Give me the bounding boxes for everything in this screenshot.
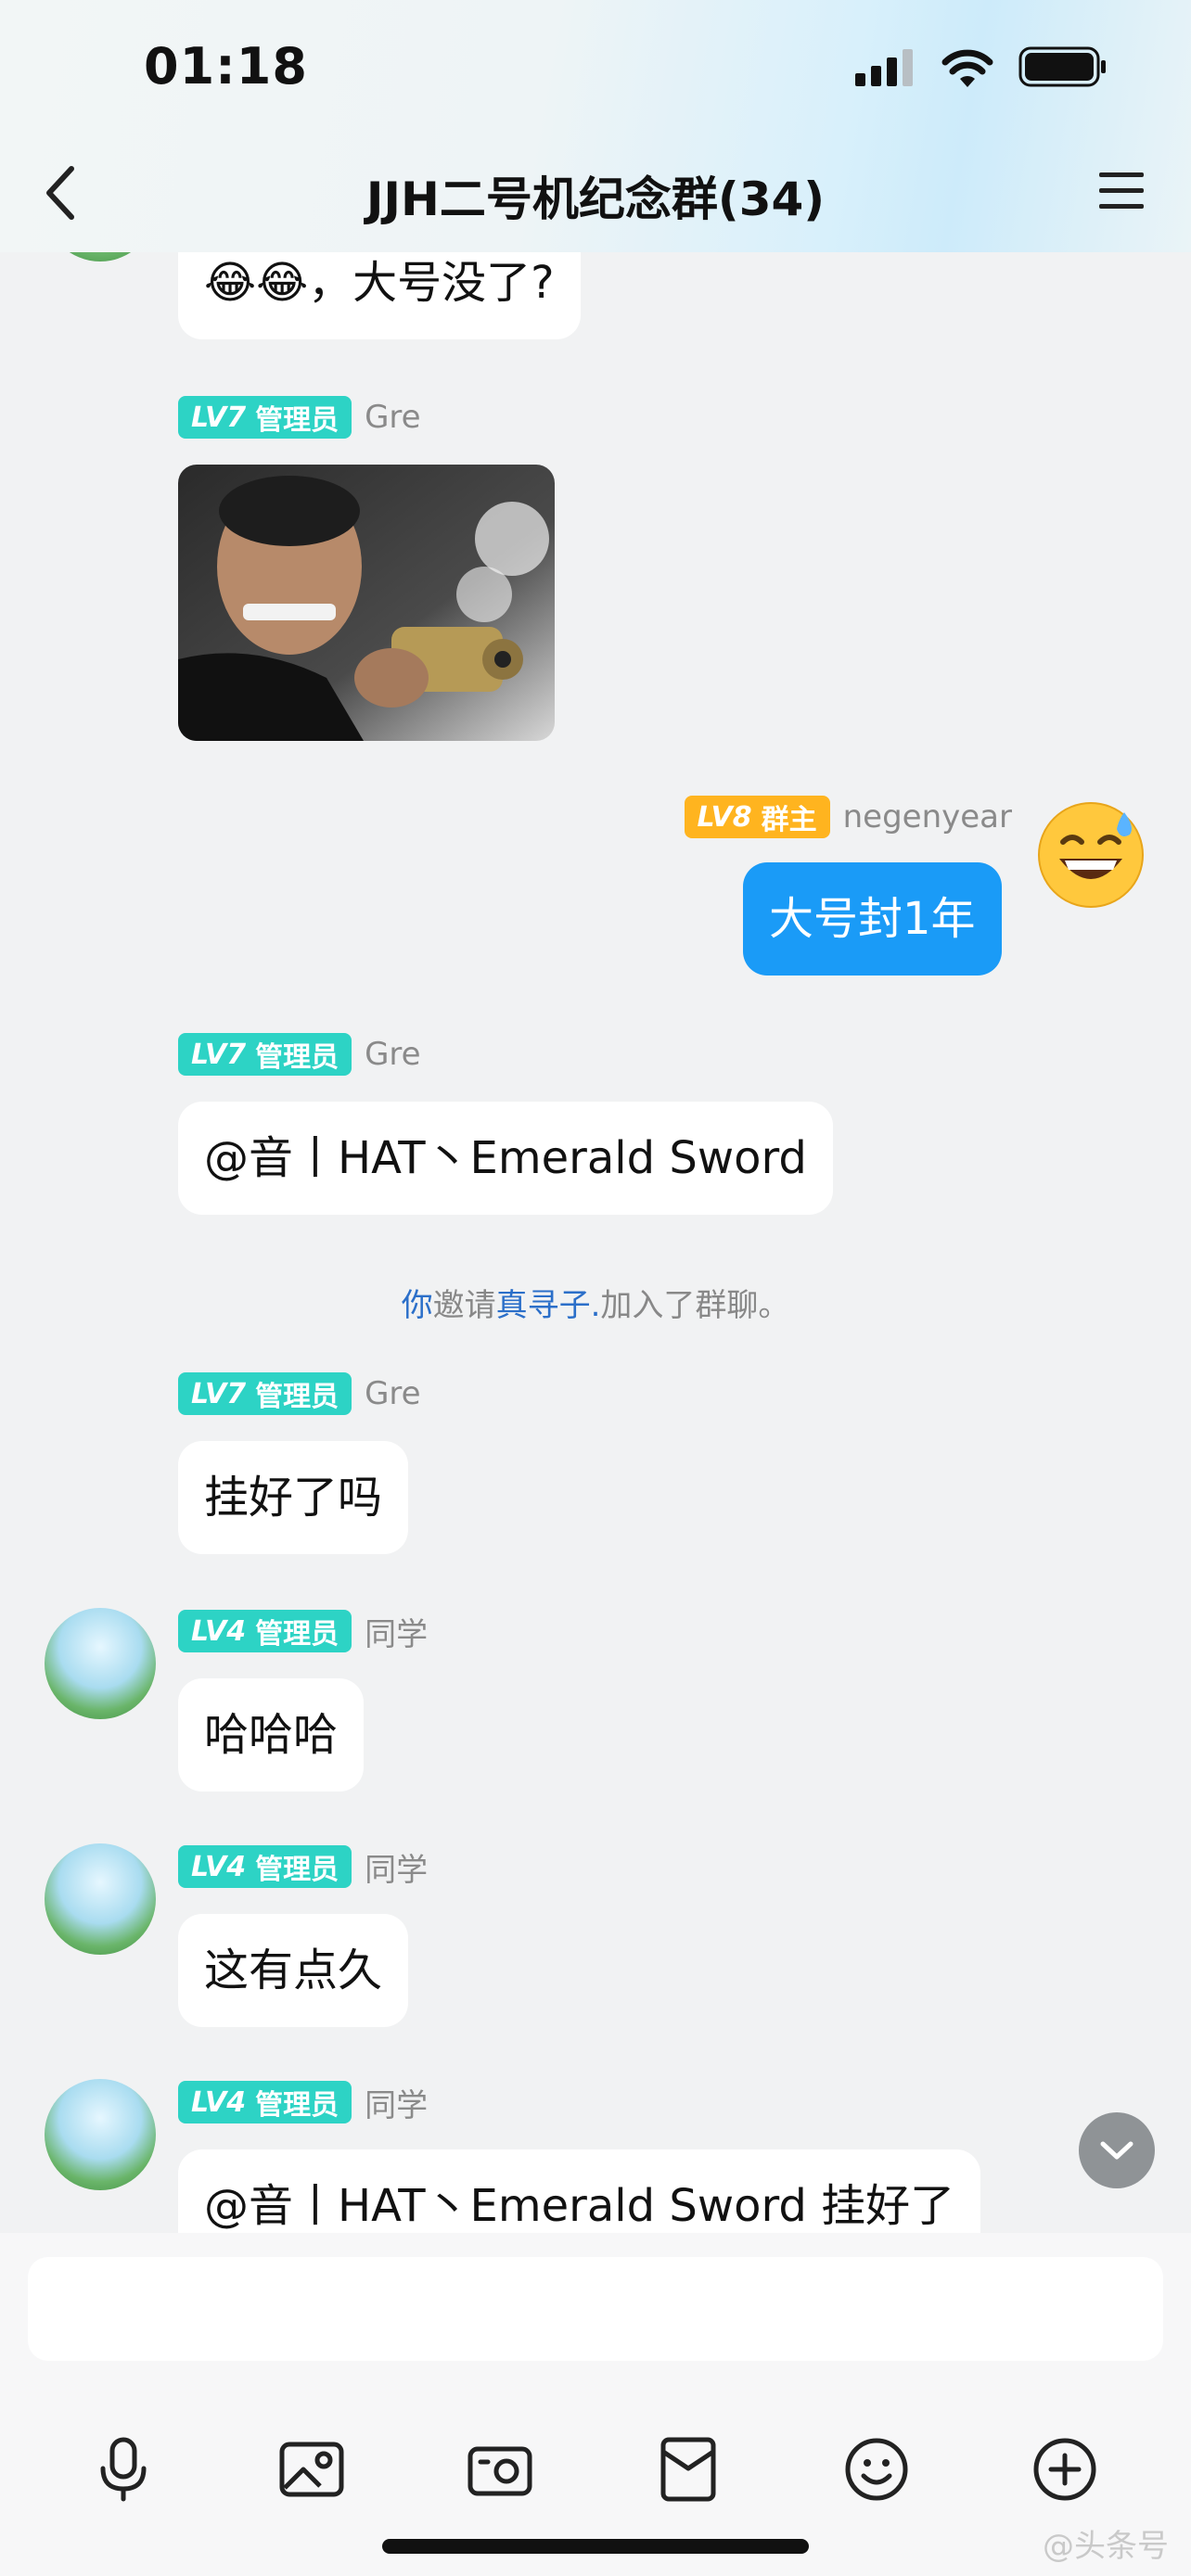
- home-indicator[interactable]: [382, 2539, 809, 2554]
- emoji-button[interactable]: [826, 2418, 928, 2520]
- message-item: LV7 管理员 Gre 挂好了吗: [178, 1372, 421, 1554]
- more-button[interactable]: [1014, 2418, 1116, 2520]
- sender-meta: LV4 管理员 同学: [178, 2081, 980, 2124]
- camera-button[interactable]: [449, 2418, 551, 2520]
- meme-image: [178, 465, 555, 741]
- sweat-smile-emoji-icon: [1038, 802, 1144, 908]
- message-input[interactable]: [28, 2257, 1163, 2361]
- avatar[interactable]: [45, 1843, 156, 1955]
- avatar[interactable]: [45, 2079, 156, 2190]
- sender-name: 同学: [365, 1851, 429, 1889]
- message-bubble[interactable]: 大号封1年: [743, 862, 1002, 976]
- message-bubble[interactable]: @音丨HAT丶Emerald Sword: [178, 1102, 833, 1215]
- sender-meta: LV8 群主 negenyear: [681, 796, 1012, 838]
- microphone-icon: [100, 2437, 147, 2502]
- level-badge: LV4 管理员: [178, 1845, 352, 1888]
- sender-name: 同学: [365, 2086, 429, 2124]
- menu-button[interactable]: [1089, 163, 1154, 219]
- header: 01:18 JJH二号机纪念群(34): [0, 0, 1191, 252]
- composer: [0, 2233, 1191, 2576]
- chat-title: JJH二号机纪念群(34): [365, 172, 826, 226]
- red-packet-icon: [660, 2437, 716, 2502]
- system-message: 你邀请真寻子.加入了群聊。: [401, 1287, 790, 1324]
- camera-icon: [467, 2446, 532, 2496]
- message-bubble[interactable]: @音丨HAT丶Emerald Sword 挂好了: [178, 2149, 981, 2233]
- sender-meta: LV7 管理员 Gre: [178, 396, 555, 439]
- message-item: LV4 管理员 同学 这有点久: [178, 1845, 428, 2027]
- message-item: LV4 管理员 同学 哈哈哈: [178, 1610, 428, 1792]
- sender-name: Gre: [365, 1036, 421, 1073]
- voice-button[interactable]: [72, 2418, 174, 2520]
- message-item: LV4 管理员 同学 @音丨HAT丶Emerald Sword 挂好了: [178, 2081, 981, 2233]
- message-bubble[interactable]: 😂😂，大号没了?: [178, 252, 581, 339]
- message-item: LV7 管理员 Gre: [178, 396, 555, 741]
- system-invitee[interactable]: 真寻子.: [496, 1287, 601, 1324]
- sender-name: negenyear: [842, 798, 1012, 835]
- message-item: LV8 群主 negenyear: [681, 796, 1012, 838]
- avatar[interactable]: [45, 1608, 156, 1719]
- status-time: 01:18: [144, 37, 308, 96]
- scroll-to-bottom-button[interactable]: [1079, 2112, 1155, 2188]
- level-badge: LV8 群主: [684, 796, 830, 838]
- message-item: LV7 管理员 Gre @音丨HAT丶Emerald Sword: [178, 1033, 833, 1215]
- sender-meta: LV7 管理员 Gre: [178, 1033, 833, 1076]
- sender-meta: LV4 管理员 同学: [178, 1845, 429, 1889]
- message-bubble[interactable]: 这有点久: [178, 1914, 409, 2027]
- wifi-icon: [941, 49, 993, 87]
- photo-button[interactable]: [261, 2418, 363, 2520]
- watermark: @头条号: [1043, 2528, 1169, 2565]
- sender-meta: LV4 管理员 同学: [178, 1610, 429, 1653]
- my-message: 大号封1年: [743, 862, 1002, 976]
- level-badge: LV4 管理员: [178, 1610, 352, 1652]
- red-packet-button[interactable]: [637, 2418, 739, 2520]
- level-badge: LV4 管理员: [178, 2081, 352, 2123]
- status-icons: [855, 46, 1108, 87]
- sender-name: Gre: [365, 399, 421, 436]
- avatar[interactable]: [45, 252, 156, 261]
- menu-icon: [1099, 172, 1144, 209]
- chevron-down-icon: [1100, 2141, 1133, 2160]
- message-list[interactable]: 😂😂，大号没了? LV7 管理员 Gre LV8 群主 negenyear 大号…: [0, 252, 1191, 2233]
- level-badge: LV7 管理员: [178, 1372, 352, 1415]
- sender-name: 同学: [365, 1615, 429, 1653]
- plus-circle-icon: [1033, 2438, 1096, 2501]
- my-avatar[interactable]: [1035, 799, 1146, 911]
- image-message[interactable]: [178, 465, 555, 741]
- message-item: 😂😂，大号没了?: [178, 252, 581, 339]
- level-badge: LV7 管理员: [178, 396, 352, 439]
- message-bubble[interactable]: 挂好了吗: [178, 1441, 409, 1554]
- message-bubble[interactable]: 哈哈哈: [178, 1678, 365, 1792]
- signal-icon: [855, 49, 913, 86]
- smiley-icon: [845, 2438, 908, 2501]
- level-badge: LV7 管理员: [178, 1033, 352, 1076]
- composer-toolbar: [0, 2418, 1191, 2530]
- sender-name: Gre: [365, 1375, 421, 1412]
- system-you[interactable]: 你: [402, 1287, 433, 1324]
- battery-icon: [1018, 46, 1106, 87]
- photo-icon: [279, 2442, 344, 2497]
- sender-meta: LV7 管理员 Gre: [178, 1372, 421, 1415]
